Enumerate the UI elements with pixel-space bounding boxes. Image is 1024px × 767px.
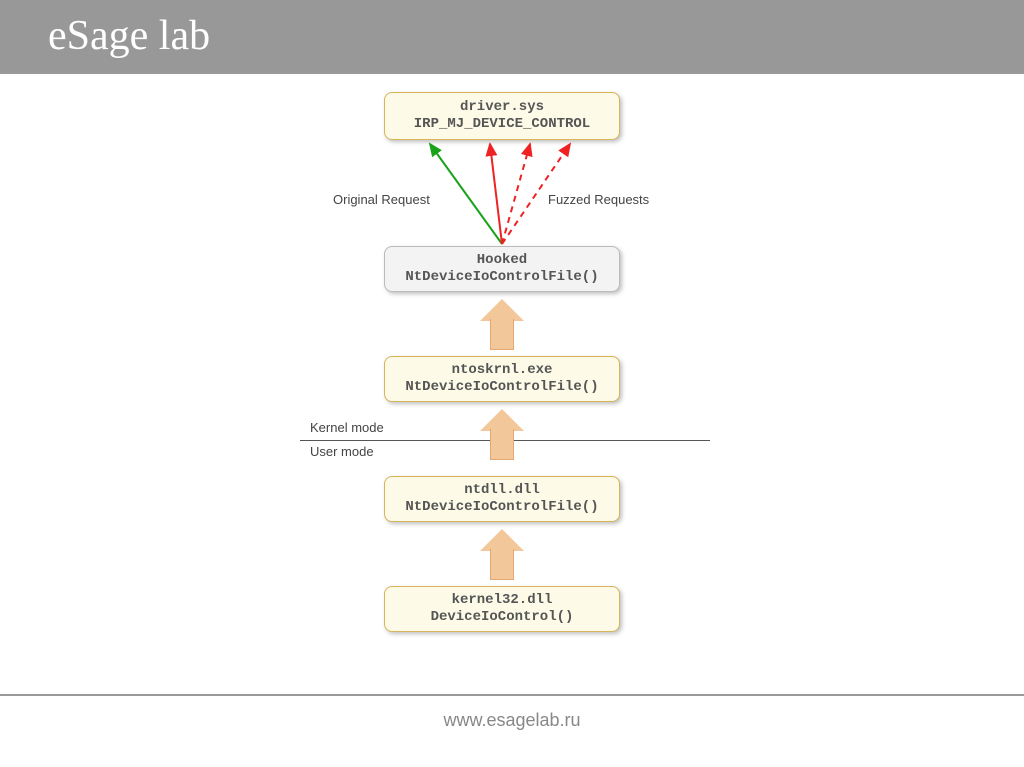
box-driver-line1: driver.sys (393, 99, 611, 117)
label-original-request: Original Request (333, 192, 430, 207)
header-title: eSage lab (48, 12, 210, 60)
box-ntoskrnl-line2: NtDeviceIoControlFile() (393, 379, 611, 397)
diagram-canvas: driver.sys IRP_MJ_DEVICE_CONTROL Origina… (0, 72, 1024, 696)
arrow-original-request (430, 144, 502, 244)
box-ntdll-line1: ntdll.dll (393, 482, 611, 500)
label-fuzzed-requests: Fuzzed Requests (548, 192, 649, 207)
box-driver-line2: IRP_MJ_DEVICE_CONTROL (393, 116, 611, 134)
box-kernel32-line1: kernel32.dll (393, 592, 611, 610)
footer-url: www.esagelab.ru (443, 710, 580, 731)
arrow-up-2 (482, 409, 522, 469)
arrow-fuzzed-2 (502, 144, 530, 244)
box-kernel32-line2: DeviceIoControl() (393, 609, 611, 627)
arrow-fuzzed-1 (490, 144, 502, 244)
header: eSage lab (0, 0, 1024, 72)
arrow-up-1 (482, 529, 522, 579)
footer: www.esagelab.ru (0, 696, 1024, 767)
box-ntdll-line2: NtDeviceIoControlFile() (393, 499, 611, 517)
box-hooked-line2: NtDeviceIoControlFile() (393, 269, 611, 287)
box-hooked-line1: Hooked (393, 252, 611, 270)
box-ntdll: ntdll.dll NtDeviceIoControlFile() (384, 476, 620, 522)
box-hooked: Hooked NtDeviceIoControlFile() (384, 246, 620, 292)
label-kernel-mode: Kernel mode (310, 420, 384, 435)
box-kernel32: kernel32.dll DeviceIoControl() (384, 586, 620, 632)
box-ntoskrnl: ntoskrnl.exe NtDeviceIoControlFile() (384, 356, 620, 402)
arrow-up-3 (482, 299, 522, 349)
box-ntoskrnl-line1: ntoskrnl.exe (393, 362, 611, 380)
box-driver: driver.sys IRP_MJ_DEVICE_CONTROL (384, 92, 620, 140)
label-user-mode: User mode (310, 444, 374, 459)
